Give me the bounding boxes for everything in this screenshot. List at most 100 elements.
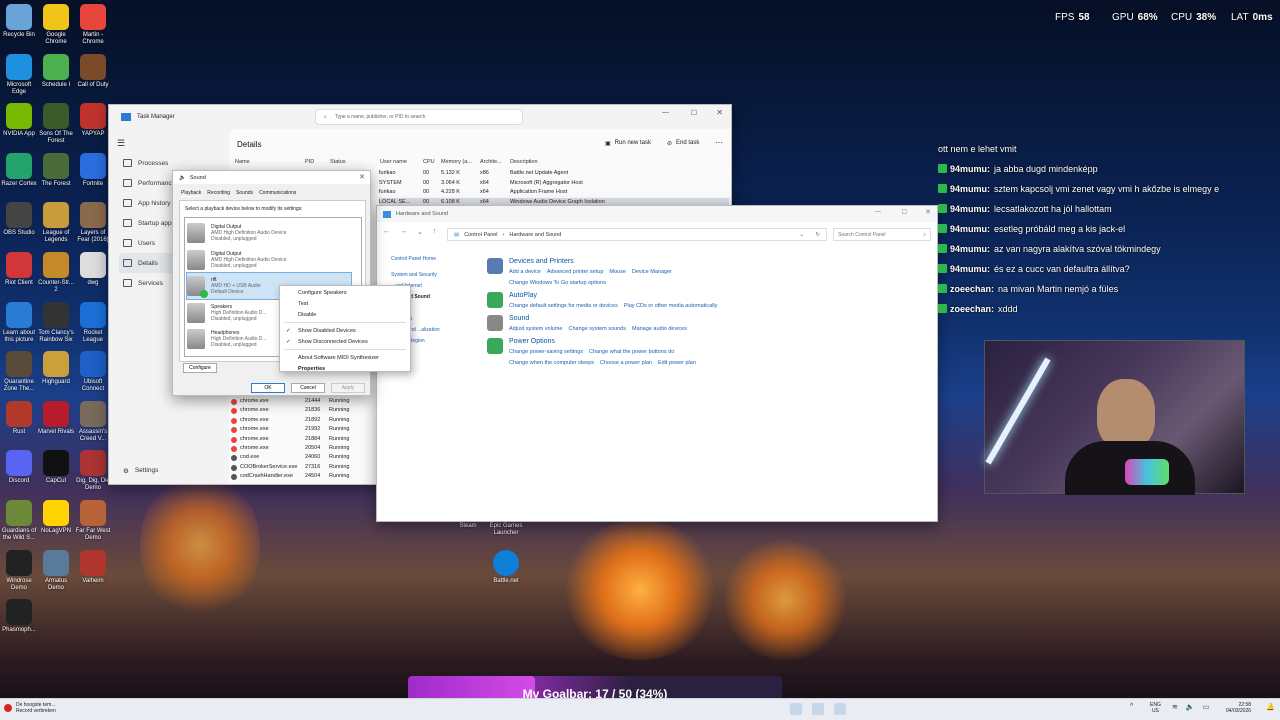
desktop-icon[interactable]: League of Legends bbox=[37, 202, 75, 244]
desktop-icon[interactable]: Ubisoft Connect bbox=[74, 351, 112, 393]
table-row[interactable]: furikao 00 4.228 Kx64 Application Frame Hos… bbox=[379, 188, 729, 198]
menu-show-disabled[interactable]: ✓ Show Disabled Devices bbox=[280, 325, 410, 336]
category-link[interactable]: Change system sounds bbox=[569, 326, 626, 332]
bell-icon[interactable]: 🔔 bbox=[1266, 703, 1275, 711]
menu-disable[interactable]: Disable bbox=[280, 309, 410, 320]
col-architecture[interactable]: Archite... bbox=[480, 159, 502, 165]
category-title[interactable]: Devices and Printers bbox=[509, 258, 909, 265]
menu-about-midi[interactable]: About Software MIDI Synthesizer bbox=[280, 352, 410, 363]
audio-device[interactable]: Digital Output AMD High Definition Audio … bbox=[187, 247, 351, 273]
desktop-icon[interactable]: Armatus Demo bbox=[37, 549, 75, 592]
desktop-icon[interactable]: Martin - Chrome bbox=[74, 4, 112, 46]
sidebar-link[interactable]: Control Panel Home bbox=[391, 256, 440, 272]
taskbar-app-icon[interactable] bbox=[812, 703, 824, 715]
table-row[interactable]: COOBrokerService.exe 27316 Running bbox=[231, 463, 361, 472]
tab-communications[interactable]: Communications bbox=[259, 190, 296, 197]
close-button[interactable]: ✕ bbox=[359, 173, 365, 181]
nav-services[interactable]: Services bbox=[123, 273, 177, 293]
volume-icon[interactable]: 🔈 bbox=[1186, 703, 1195, 711]
end-task-button[interactable]: ⊘ End task bbox=[667, 140, 699, 147]
desktop-icon[interactable]: Marvel Rivals bbox=[37, 400, 75, 436]
taskbar-app-icon[interactable] bbox=[834, 703, 846, 715]
menu-show-disconnected[interactable]: ✓ Show Disconnected Devices bbox=[280, 336, 410, 347]
category-link[interactable]: Choose a power plan bbox=[600, 360, 652, 366]
desktop-icon[interactable]: OBS Studio bbox=[0, 202, 38, 237]
tab-playback[interactable]: Playback bbox=[181, 190, 202, 197]
category-link[interactable]: Play CDs or other media automatically bbox=[624, 303, 718, 309]
search-input[interactable]: ⌕ Type a name, publisher, or PID to sear… bbox=[315, 109, 523, 125]
table-row[interactable]: chrome.exe 21444 Running bbox=[231, 397, 361, 406]
up-icon[interactable]: ↑ bbox=[433, 228, 437, 236]
table-row[interactable]: SYSTEM 00 3.064 Kx64 Microsoft (R) Aggregat… bbox=[379, 179, 729, 189]
desktop-icon[interactable]: Counter-Str... 2 bbox=[37, 252, 75, 294]
desktop-icon[interactable]: Far Far West Demo bbox=[74, 500, 112, 542]
desktop-icon[interactable]: dwg bbox=[74, 252, 112, 287]
wifi-icon[interactable]: ≋ bbox=[1172, 703, 1178, 711]
category-link[interactable]: Adjust system volume bbox=[509, 326, 563, 332]
desktop-icon[interactable]: Epic Games Launcher bbox=[487, 523, 525, 537]
tab-sounds[interactable]: Sounds bbox=[236, 190, 253, 197]
apply-button[interactable]: Apply bbox=[331, 383, 365, 393]
refresh-icon[interactable]: ↻ bbox=[815, 232, 820, 238]
desktop-icon[interactable]: Highguard bbox=[37, 351, 75, 386]
chevron-up-icon[interactable]: ^ bbox=[1130, 703, 1133, 710]
desktop-icon[interactable]: YAPYAP bbox=[74, 103, 112, 138]
desktop-icon[interactable]: Sons Of The Forest bbox=[37, 103, 75, 145]
minimize-button[interactable]: — bbox=[875, 209, 881, 215]
category-link[interactable]: Change power-saving settings bbox=[509, 349, 583, 355]
notification[interactable]: De hoogste tem... Record verbreken bbox=[4, 702, 56, 714]
desktop-icon[interactable]: Schedule I bbox=[37, 53, 75, 89]
table-row[interactable]: chrome.exe 21836 Running bbox=[231, 406, 361, 415]
table-row[interactable]: furikao 00 5.132 Kx86 Battle.net Update Age… bbox=[379, 169, 729, 179]
desktop-icon[interactable]: Windrose Demo bbox=[0, 549, 38, 592]
table-row[interactable]: cod.exe 24060 Running bbox=[231, 453, 361, 462]
language-indicator[interactable]: ENG US bbox=[1150, 702, 1161, 714]
nav-processes[interactable]: Processes bbox=[123, 153, 177, 173]
taskbar-app-icon[interactable] bbox=[790, 703, 802, 715]
desktop-icon[interactable]: Rocket League bbox=[74, 301, 112, 344]
desktop-icon[interactable]: Rust bbox=[0, 400, 38, 436]
desktop-icon[interactable]: Discord bbox=[0, 450, 38, 485]
hamburger-icon[interactable]: ☰ bbox=[117, 138, 125, 149]
desktop-icon[interactable]: NoLagVPN bbox=[37, 500, 75, 535]
col-memory[interactable]: Memory (a... bbox=[441, 159, 472, 165]
sidebar-link[interactable]: System and Security bbox=[391, 272, 440, 283]
desktop-icon[interactable]: Riot Client bbox=[0, 252, 38, 287]
close-button[interactable]: ✕ bbox=[716, 108, 723, 117]
col-pid[interactable]: PID bbox=[305, 159, 314, 165]
close-button[interactable]: ✕ bbox=[925, 208, 931, 216]
category-link[interactable]: Edit power plan bbox=[658, 360, 696, 366]
desktop-icon[interactable]: Layers of Fear (2016) bbox=[74, 202, 112, 244]
col-username[interactable]: User name bbox=[380, 159, 407, 165]
run-new-task-button[interactable]: ▣ Run new task bbox=[605, 140, 651, 147]
back-icon[interactable]: ← bbox=[383, 228, 390, 236]
table-row[interactable]: chrome.exe 21992 Running bbox=[231, 425, 361, 434]
menu-configure-speakers[interactable]: Configure Speakers bbox=[280, 287, 410, 298]
desktop-icon[interactable]: Fortnite bbox=[74, 152, 112, 188]
nav-startup-apps[interactable]: Startup apps bbox=[123, 213, 177, 233]
col-cpu[interactable]: CPU bbox=[423, 159, 435, 165]
desktop-icon[interactable]: Dig, Dig, Die Demo bbox=[74, 450, 112, 492]
col-status[interactable]: Status bbox=[330, 159, 346, 165]
desktop-icon[interactable]: Microsoft Edge bbox=[0, 53, 38, 96]
category-link[interactable]: Advanced printer setup bbox=[547, 269, 604, 275]
desktop-icon[interactable]: Guardians of the Wild S... bbox=[0, 500, 38, 542]
category-title[interactable]: Power Options bbox=[509, 338, 909, 345]
desktop-icon[interactable]: Learn about this picture bbox=[0, 301, 38, 344]
search-input[interactable]: Search Control Panel ⌕ bbox=[833, 228, 931, 241]
desktop-icon[interactable]: Quarantine Zone The... bbox=[0, 351, 38, 393]
nav-performance[interactable]: Performance bbox=[123, 173, 177, 193]
category-link[interactable]: Change what the power buttons do bbox=[589, 349, 674, 355]
cancel-button[interactable]: Cancel bbox=[291, 383, 325, 393]
category-link[interactable]: Manage audio devices bbox=[632, 326, 687, 332]
minimize-button[interactable]: — bbox=[662, 109, 669, 116]
menu-properties[interactable]: Properties bbox=[280, 363, 410, 374]
audio-device[interactable]: Digital Output AMD High Definition Audio … bbox=[187, 220, 351, 246]
desktop-icon[interactable]: The Forest bbox=[37, 152, 75, 188]
configure-button[interactable]: Configure bbox=[183, 363, 217, 373]
desktop-icon[interactable]: Razer Cortex bbox=[0, 152, 38, 188]
nav-details[interactable]: Details bbox=[119, 253, 177, 273]
desktop-icon[interactable]: Call of Duty bbox=[74, 53, 112, 89]
category-title[interactable]: AutoPlay bbox=[509, 292, 909, 299]
desktop-icon[interactable]: CapCut bbox=[37, 450, 75, 485]
